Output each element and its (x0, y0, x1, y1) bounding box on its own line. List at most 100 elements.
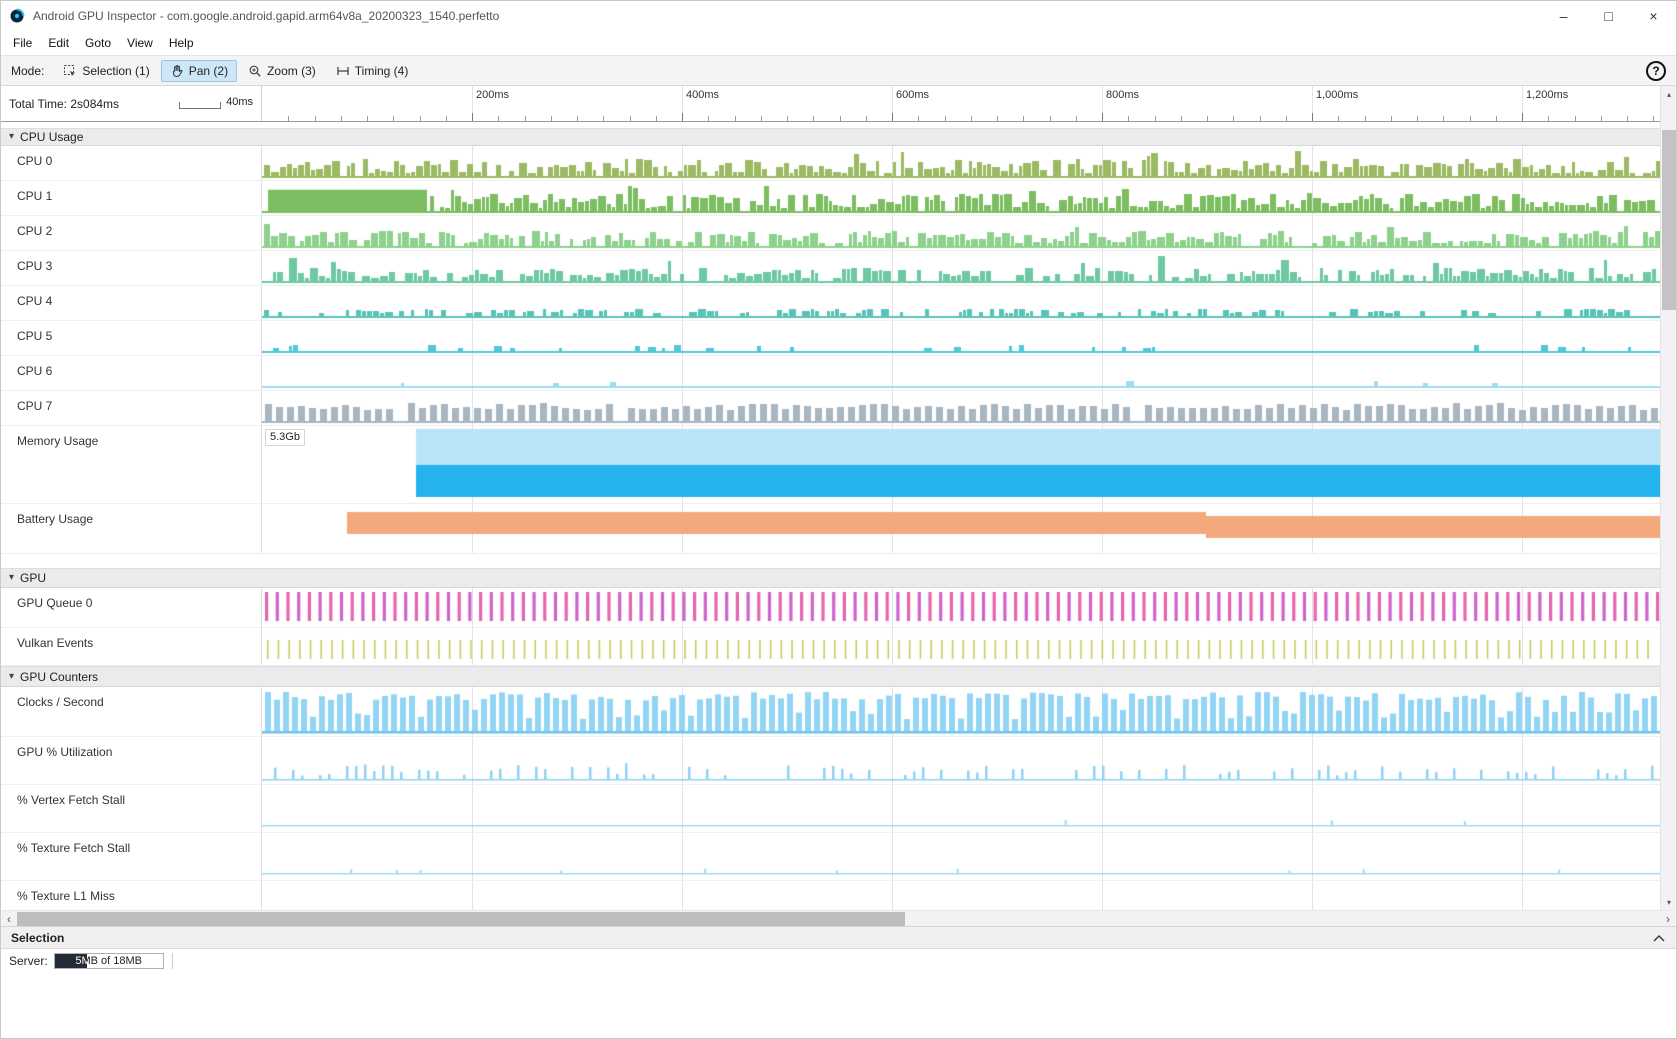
track-chart-cpu-4[interactable] (262, 286, 1660, 320)
memory-value-label: 5.3Gb (265, 429, 305, 446)
collapse-arrow-icon: ▾ (9, 573, 14, 583)
track-chart-cpu-0[interactable] (262, 146, 1660, 180)
group-header-gpu[interactable]: ▾ GPU (1, 568, 1660, 588)
chevron-up-icon[interactable] (1652, 933, 1666, 943)
menu-edit[interactable]: Edit (40, 33, 77, 53)
selection-panel-header[interactable]: Selection (1, 926, 1676, 948)
track-row-battery-usage: Battery Usage (1, 504, 1660, 554)
minimize-button[interactable]: – (1541, 1, 1586, 31)
hscroll-thumb[interactable] (17, 912, 905, 926)
hscroll-left-button[interactable]: ‹ (1, 911, 17, 926)
track-label-vulkan-events: Vulkan Events (1, 628, 262, 665)
track-label-cpu-1: CPU 1 (1, 181, 262, 215)
track-label-cpu-3: CPU 3 (1, 251, 262, 285)
app-window: Android GPU Inspector - com.google.andro… (0, 0, 1677, 1039)
track-chart-cpu-7[interactable] (262, 391, 1660, 425)
group-label: GPU Counters (20, 670, 98, 684)
total-time-label: Total Time: 2s084ms (9, 97, 119, 111)
group-label: CPU Usage (20, 130, 83, 144)
track-label-vertex-fetch-stall: % Vertex Fetch Stall (1, 785, 262, 832)
track-label-memory-usage: Memory Usage (1, 426, 262, 503)
menu-view[interactable]: View (119, 33, 161, 53)
mode-label: Mode: (11, 64, 44, 78)
timing-mode-button[interactable]: Timing (4) (327, 60, 418, 82)
track-label-battery-usage: Battery Usage (1, 504, 262, 553)
track-row-texture-fetch-stall: % Texture Fetch Stall (1, 833, 1660, 881)
selection-mode-label: Selection (1) (82, 64, 149, 78)
track-chart-cpu-3[interactable] (262, 251, 1660, 285)
track-row-cpu-3: CPU 3 (1, 251, 1660, 286)
pan-icon (170, 64, 184, 78)
track-row-cpu-6: CPU 6 (1, 356, 1660, 391)
ruler-summary: Total Time: 2s084ms 40ms (1, 86, 262, 121)
track-label-gpu-utilization: GPU % Utilization (1, 737, 262, 784)
menu-bar: File Edit Goto View Help (1, 31, 1676, 55)
vscroll-thumb[interactable] (1662, 130, 1676, 310)
track-chart-battery-usage[interactable] (262, 504, 1660, 553)
track-row-vertex-fetch-stall: % Vertex Fetch Stall (1, 785, 1660, 833)
menu-goto[interactable]: Goto (77, 33, 119, 53)
track-row-cpu-7: CPU 7 (1, 391, 1660, 426)
horizontal-scrollbar[interactable]: ‹ › (1, 910, 1676, 926)
selection-panel-title: Selection (11, 931, 64, 945)
hscroll-right-button[interactable]: › (1660, 911, 1676, 926)
help-button[interactable]: ? (1646, 61, 1666, 81)
track-label-texture-l1-miss: % Texture L1 Miss (1, 881, 262, 910)
mode-toolbar: Mode: Selection (1) Pan (2) (1, 55, 1676, 86)
track-row-clocks-second: Clocks / Second (1, 687, 1660, 737)
time-ruler: Total Time: 2s084ms 40ms 200ms400ms600ms… (1, 86, 1660, 122)
track-chart-cpu-5[interactable] (262, 321, 1660, 355)
window-title: Android GPU Inspector - com.google.andro… (33, 9, 1541, 23)
track-chart-clocks-second[interactable] (262, 687, 1660, 736)
close-button[interactable]: × (1631, 1, 1676, 31)
server-progress-fill: 5MB of 18MB (55, 954, 87, 968)
server-label: Server: (9, 954, 48, 968)
app-icon (9, 8, 25, 24)
timeline-tracks: ▾CPU UsageCPU 0CPU 1CPU 2CPU 3CPU 4CPU 5… (1, 122, 1660, 910)
menu-file[interactable]: File (5, 33, 40, 53)
vscroll-down-button[interactable]: ▾ (1661, 894, 1677, 910)
scale-bracket-icon (179, 102, 221, 109)
track-chart-cpu-2[interactable] (262, 216, 1660, 250)
status-bar: Server: 5MB of 18MB 5MB of 18MB (1, 948, 1676, 972)
track-label-clocks-second: Clocks / Second (1, 687, 262, 736)
track-chart-texture-fetch-stall[interactable] (262, 833, 1660, 880)
vertical-scrollbar[interactable]: ▴ ▾ (1660, 86, 1676, 910)
title-bar: Android GPU Inspector - com.google.andro… (1, 1, 1676, 31)
group-label: GPU (20, 571, 46, 585)
bottom-filler (1, 972, 1676, 1038)
track-row-gpu-queue-0: GPU Queue 0 (1, 588, 1660, 628)
pan-mode-button[interactable]: Pan (2) (161, 60, 237, 82)
track-row-vulkan-events: Vulkan Events (1, 628, 1660, 666)
track-chart-gpu-queue-0[interactable] (262, 588, 1660, 627)
track-label-cpu-7: CPU 7 (1, 391, 262, 425)
track-chart-cpu-6[interactable] (262, 356, 1660, 390)
track-label-texture-fetch-stall: % Texture Fetch Stall (1, 833, 262, 880)
track-spacer (1, 554, 1660, 568)
group-header-gpu-counters[interactable]: ▾ GPU Counters (1, 666, 1660, 687)
selection-mode-button[interactable]: Selection (1) (54, 60, 158, 82)
track-chart-vulkan-events[interactable] (262, 628, 1660, 665)
menu-help[interactable]: Help (161, 33, 202, 53)
scale-indicator: 40ms (179, 97, 253, 109)
track-chart-gpu-utilization[interactable] (262, 737, 1660, 784)
track-chart-texture-l1-miss[interactable] (262, 881, 1660, 910)
timeline-content: Total Time: 2s084ms 40ms 200ms400ms600ms… (1, 86, 1660, 910)
track-chart-vertex-fetch-stall[interactable] (262, 785, 1660, 832)
vscroll-up-button[interactable]: ▴ (1661, 86, 1677, 102)
pan-mode-label: Pan (2) (189, 64, 228, 78)
track-row-cpu-0: CPU 0 (1, 146, 1660, 181)
maximize-button[interactable]: □ (1586, 1, 1631, 31)
track-label-cpu-5: CPU 5 (1, 321, 262, 355)
group-header-cpu-usage[interactable]: ▾ CPU Usage (1, 128, 1660, 146)
zoom-mode-button[interactable]: Zoom (3) (239, 60, 325, 82)
track-label-cpu-0: CPU 0 (1, 146, 262, 180)
ruler-ticks[interactable]: 200ms400ms600ms800ms1,000ms1,200ms (262, 86, 1660, 121)
track-label-cpu-4: CPU 4 (1, 286, 262, 320)
track-row-cpu-5: CPU 5 (1, 321, 1660, 356)
track-label-cpu-6: CPU 6 (1, 356, 262, 390)
track-chart-memory-usage[interactable]: 5.3Gb (262, 426, 1660, 503)
collapse-arrow-icon: ▾ (9, 672, 14, 682)
collapse-arrow-icon: ▾ (9, 132, 14, 142)
track-chart-cpu-1[interactable] (262, 181, 1660, 215)
